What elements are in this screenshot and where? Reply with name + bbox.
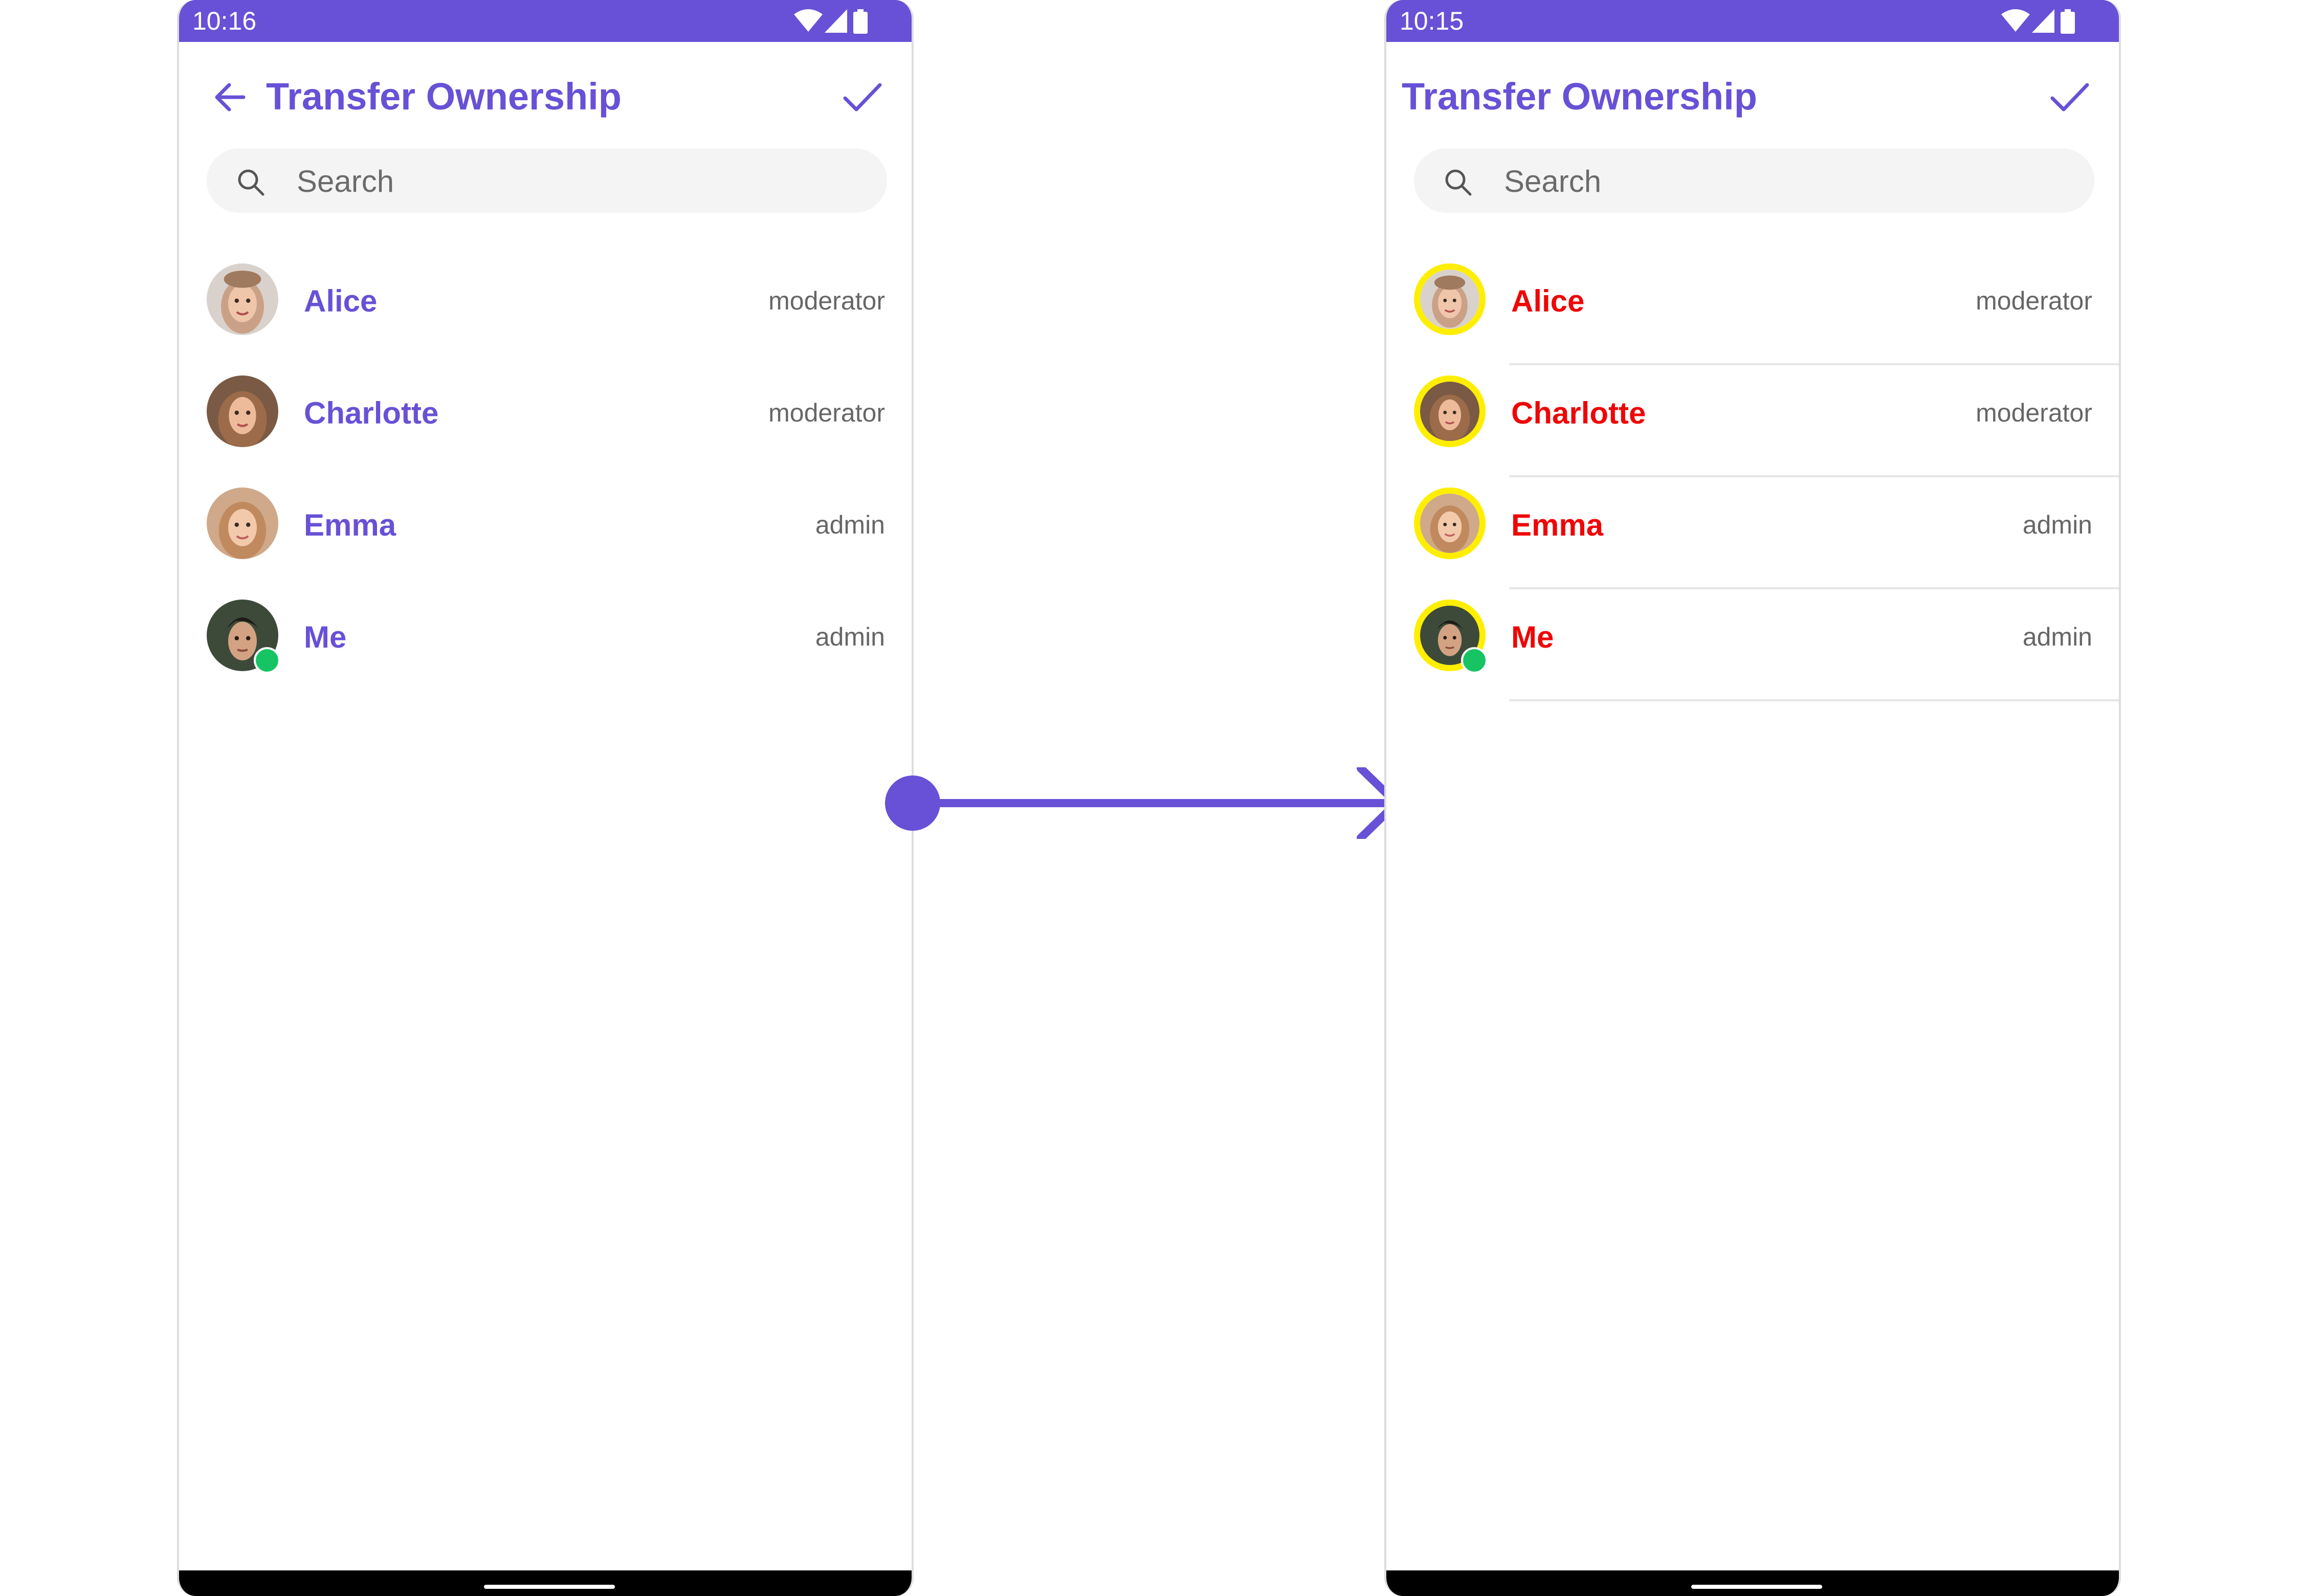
list-item[interactable]: Charlotte moderator <box>179 365 912 477</box>
member-list: Alice moderator Charlotte moderator Emma… <box>1386 253 2119 701</box>
member-name: Charlotte <box>304 396 439 430</box>
online-status-indicator <box>1461 647 1488 674</box>
member-name: Me <box>1511 620 1554 654</box>
status-bar: 10:15 <box>1386 0 2119 42</box>
status-icons <box>1955 9 2078 35</box>
arrow-left-icon[interactable] <box>212 79 249 116</box>
search-input[interactable] <box>1503 160 2068 203</box>
search-bar[interactable] <box>1414 148 2094 213</box>
member-role: admin <box>2022 623 2092 651</box>
wifi-icon <box>794 9 823 32</box>
home-handle[interactable] <box>1691 1585 1822 1589</box>
arrow-right-icon <box>885 767 1401 839</box>
member-name: Charlotte <box>1511 396 1646 430</box>
list-item[interactable]: Emma admin <box>179 477 912 589</box>
status-time: 10:16 <box>192 7 257 35</box>
phone-screen-default: 10:16 Transfer Ownership Alice moderator <box>177 0 914 1596</box>
phone-screen-customized: 10:15 Transfer Ownership Alice moderator <box>1384 0 2121 1596</box>
member-name: Emma <box>1511 508 1604 542</box>
check-icon[interactable] <box>2049 79 2090 116</box>
navigation-bar <box>179 1570 912 1596</box>
member-name: Me <box>304 620 347 654</box>
status-bar: 10:16 <box>179 0 912 42</box>
status-time: 10:15 <box>1400 7 1464 35</box>
member-role: moderator <box>768 286 885 315</box>
avatar <box>1414 487 1486 559</box>
page-title: Transfer Ownership <box>266 75 622 118</box>
battery-icon <box>2061 9 2075 34</box>
signal-icon <box>825 9 847 33</box>
search-input[interactable] <box>296 160 860 203</box>
home-handle[interactable] <box>484 1585 615 1589</box>
member-role: moderator <box>1976 286 2092 315</box>
search-icon <box>238 169 264 196</box>
check-icon[interactable] <box>842 79 883 116</box>
member-name: Emma <box>304 508 396 542</box>
online-status-indicator <box>254 647 280 674</box>
member-name: Alice <box>1511 284 1585 318</box>
avatar <box>1414 375 1486 447</box>
status-icons <box>748 9 871 35</box>
page-title: Transfer Ownership <box>1402 75 1757 118</box>
member-role: admin <box>815 623 885 651</box>
list-item[interactable]: Charlotte moderator <box>1386 365 2119 477</box>
member-list: Alice moderator Charlotte moderator Emma… <box>179 253 912 701</box>
avatar <box>207 375 278 447</box>
member-role: moderator <box>768 398 885 427</box>
row-divider <box>1509 699 2119 701</box>
list-item[interactable]: Alice moderator <box>1386 253 2119 365</box>
app-bar: Transfer Ownership <box>179 42 912 144</box>
avatar <box>207 487 278 559</box>
member-role: moderator <box>1976 398 2092 427</box>
list-item[interactable]: Emma admin <box>1386 477 2119 589</box>
wifi-icon <box>2001 9 2030 32</box>
list-item[interactable]: Alice moderator <box>179 253 912 365</box>
member-role: admin <box>2022 511 2092 539</box>
avatar <box>207 263 278 335</box>
app-bar: Transfer Ownership <box>1386 42 2119 144</box>
avatar <box>1414 263 1486 335</box>
member-role: admin <box>815 511 885 539</box>
signal-icon <box>2032 9 2054 33</box>
navigation-bar <box>1386 1570 2119 1596</box>
battery-icon <box>853 9 868 34</box>
search-icon <box>1445 169 1472 196</box>
member-name: Alice <box>304 284 378 318</box>
list-item[interactable]: Me admin <box>1386 589 2119 701</box>
search-bar[interactable] <box>207 148 887 213</box>
list-item[interactable]: Me admin <box>179 589 912 701</box>
